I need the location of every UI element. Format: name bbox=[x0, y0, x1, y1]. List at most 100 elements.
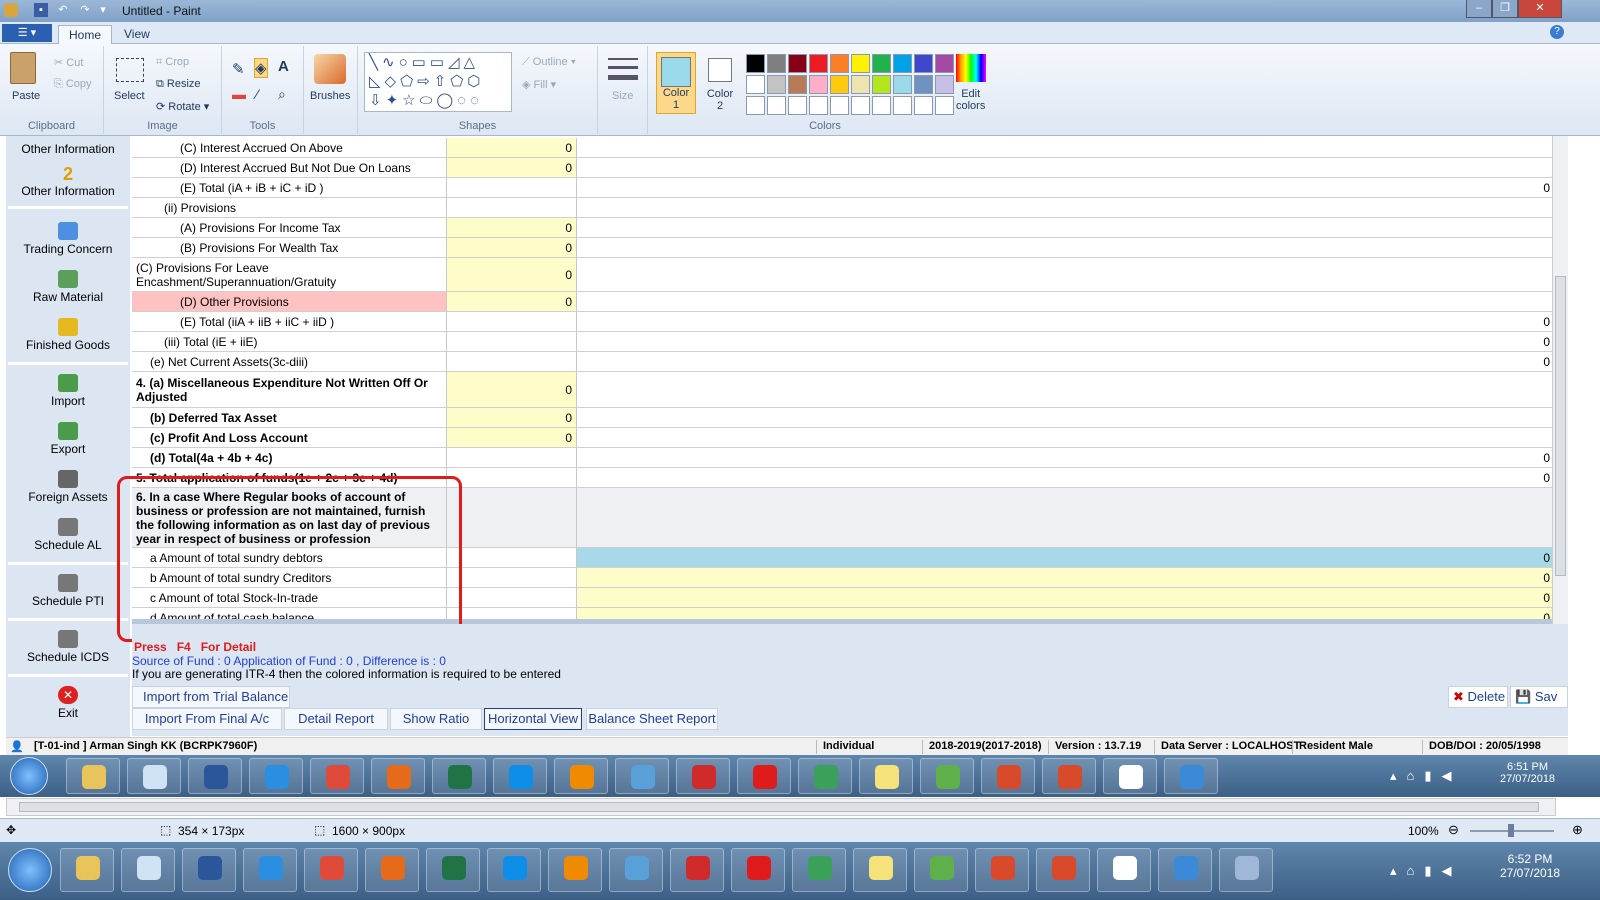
row-value-input[interactable]: 0 bbox=[447, 428, 577, 447]
zoom-slider-thumb[interactable] bbox=[1508, 824, 1514, 837]
row-total-value[interactable]: 0 bbox=[577, 468, 1552, 487]
palette-swatch[interactable] bbox=[788, 96, 807, 115]
taskbar-item[interactable] bbox=[920, 758, 974, 794]
palette-swatch[interactable] bbox=[830, 96, 849, 115]
brushes-group[interactable]: Brushes bbox=[304, 46, 358, 134]
import-trial-balance-button[interactable]: Import from Trial Balance bbox=[132, 686, 290, 708]
taskbar-item[interactable] bbox=[310, 758, 364, 794]
system-tray-icons[interactable]: ▴⌂▮◀ bbox=[1390, 863, 1462, 879]
nav-item-import[interactable]: Import bbox=[6, 374, 130, 408]
paint-app-icon[interactable] bbox=[4, 3, 18, 17]
taskbar-item[interactable] bbox=[371, 758, 425, 794]
select-icon[interactable] bbox=[116, 58, 144, 82]
taskbar-item[interactable] bbox=[243, 848, 297, 892]
row-value-input[interactable] bbox=[447, 198, 577, 217]
taskbar-item[interactable] bbox=[121, 848, 175, 892]
paint-menu-button[interactable]: ☰ ▾ bbox=[2, 24, 52, 42]
palette-swatch[interactable] bbox=[914, 96, 933, 115]
palette-swatch[interactable] bbox=[788, 75, 807, 94]
palette-swatch[interactable] bbox=[935, 96, 954, 115]
taskbar-item[interactable] bbox=[127, 758, 181, 794]
fill-dropdown[interactable]: ◈ Fill ▾ bbox=[522, 78, 556, 91]
help-icon[interactable]: ? bbox=[1550, 25, 1564, 39]
show-ratio-button[interactable]: Show Ratio bbox=[390, 708, 482, 730]
palette-swatch[interactable] bbox=[851, 96, 870, 115]
row-total-value[interactable] bbox=[577, 218, 1552, 237]
taskbar-item[interactable] bbox=[1164, 758, 1218, 794]
palette-swatch[interactable] bbox=[746, 96, 765, 115]
taskbar-item[interactable] bbox=[1103, 758, 1157, 794]
nav-item-schedule-al[interactable]: Schedule AL bbox=[6, 518, 130, 552]
palette-swatch[interactable] bbox=[872, 75, 891, 94]
brush-icon[interactable] bbox=[314, 54, 346, 84]
save-record-button[interactable]: 💾 Sav bbox=[1510, 686, 1568, 708]
row-value-input[interactable] bbox=[447, 312, 577, 331]
palette-swatch[interactable] bbox=[935, 75, 954, 94]
taskbar-item[interactable] bbox=[737, 758, 791, 794]
edit-colors-button[interactable]: Edit colors bbox=[956, 88, 985, 112]
palette-swatch[interactable] bbox=[935, 54, 954, 73]
taskbar-item[interactable] bbox=[676, 758, 730, 794]
row-total-value[interactable]: 0 bbox=[577, 332, 1552, 351]
row-value-input[interactable]: 0 bbox=[447, 292, 577, 311]
nav-item-other-information[interactable]: 2 Other Information bbox=[6, 164, 130, 198]
row-total-value[interactable]: 0 bbox=[577, 588, 1552, 607]
start-button[interactable] bbox=[10, 757, 48, 795]
taskbar-item[interactable] bbox=[493, 758, 547, 794]
palette-swatch[interactable] bbox=[893, 75, 912, 94]
taskbar-item[interactable] bbox=[609, 848, 663, 892]
taskbar-item[interactable] bbox=[188, 758, 242, 794]
undo-icon[interactable]: ↶ bbox=[56, 3, 70, 17]
start-button[interactable] bbox=[8, 848, 52, 892]
taskbar-item[interactable] bbox=[670, 848, 724, 892]
balance-sheet-report-button[interactable]: Balance Sheet Report bbox=[586, 708, 718, 730]
maximize-button[interactable]: ❐ bbox=[1492, 0, 1518, 18]
nav-item-export[interactable]: Export bbox=[6, 422, 130, 456]
nav-item-schedule-icds[interactable]: Schedule ICDS bbox=[6, 630, 130, 664]
paste-button[interactable]: Paste bbox=[12, 90, 40, 102]
size-button[interactable]: Size bbox=[612, 90, 633, 102]
horizontal-view-button[interactable]: Horizontal View bbox=[484, 708, 582, 730]
taskbar-item[interactable] bbox=[859, 758, 913, 794]
row-value-input[interactable]: 0 bbox=[447, 258, 577, 291]
nav-item-exit[interactable]: ✕ Exit bbox=[6, 686, 130, 720]
row-value-input[interactable]: 0 bbox=[447, 138, 577, 157]
eraser-icon[interactable]: ▬ bbox=[232, 86, 246, 102]
row-value-input[interactable]: 0 bbox=[447, 238, 577, 257]
taskbar-item[interactable] bbox=[487, 848, 541, 892]
palette-swatch[interactable] bbox=[851, 54, 870, 73]
paste-icon[interactable] bbox=[10, 52, 36, 84]
brushes-button[interactable]: Brushes bbox=[310, 90, 350, 102]
palette-swatch[interactable] bbox=[893, 96, 912, 115]
hscroll-thumb[interactable] bbox=[19, 802, 1539, 812]
palette-swatch[interactable] bbox=[851, 75, 870, 94]
zoom-out-button[interactable]: ⊖ bbox=[1448, 822, 1459, 838]
taskbar-item[interactable] bbox=[304, 848, 358, 892]
row-value-input[interactable] bbox=[447, 332, 577, 351]
nav-item-schedule-pti[interactable]: Schedule PTI bbox=[6, 574, 130, 608]
row-total-value[interactable]: 0 bbox=[577, 178, 1552, 197]
zoom-in-button[interactable]: ⊕ bbox=[1572, 822, 1583, 838]
taskbar-item[interactable] bbox=[853, 848, 907, 892]
close-button[interactable]: ✕ bbox=[1518, 0, 1562, 18]
palette-swatch[interactable] bbox=[893, 54, 912, 73]
taskbar-item[interactable] bbox=[914, 848, 968, 892]
row-value-input[interactable] bbox=[447, 568, 577, 587]
detail-report-button[interactable]: Detail Report bbox=[284, 708, 388, 730]
row-value-input[interactable] bbox=[447, 548, 577, 567]
taskbar-item[interactable] bbox=[792, 848, 846, 892]
nav-item-other-information[interactable]: Other Information bbox=[6, 142, 130, 156]
cut-button[interactable]: ✂ Cut bbox=[54, 56, 83, 69]
row-total-value[interactable] bbox=[577, 408, 1552, 427]
row-total-value[interactable] bbox=[577, 198, 1552, 217]
taskbar-item[interactable] bbox=[1042, 758, 1096, 794]
rotate-button[interactable]: ⟳ Rotate ▾ bbox=[156, 100, 209, 113]
row-total-value[interactable]: 0 bbox=[577, 352, 1552, 371]
row-value-input[interactable] bbox=[447, 588, 577, 607]
palette-swatch[interactable] bbox=[767, 75, 786, 94]
row-total-value[interactable] bbox=[577, 292, 1552, 311]
row-total-value[interactable]: 0 bbox=[577, 548, 1552, 567]
palette-swatch[interactable] bbox=[914, 75, 933, 94]
taskbar-item[interactable] bbox=[554, 758, 608, 794]
crop-button[interactable]: ⌗ Crop bbox=[156, 56, 189, 69]
